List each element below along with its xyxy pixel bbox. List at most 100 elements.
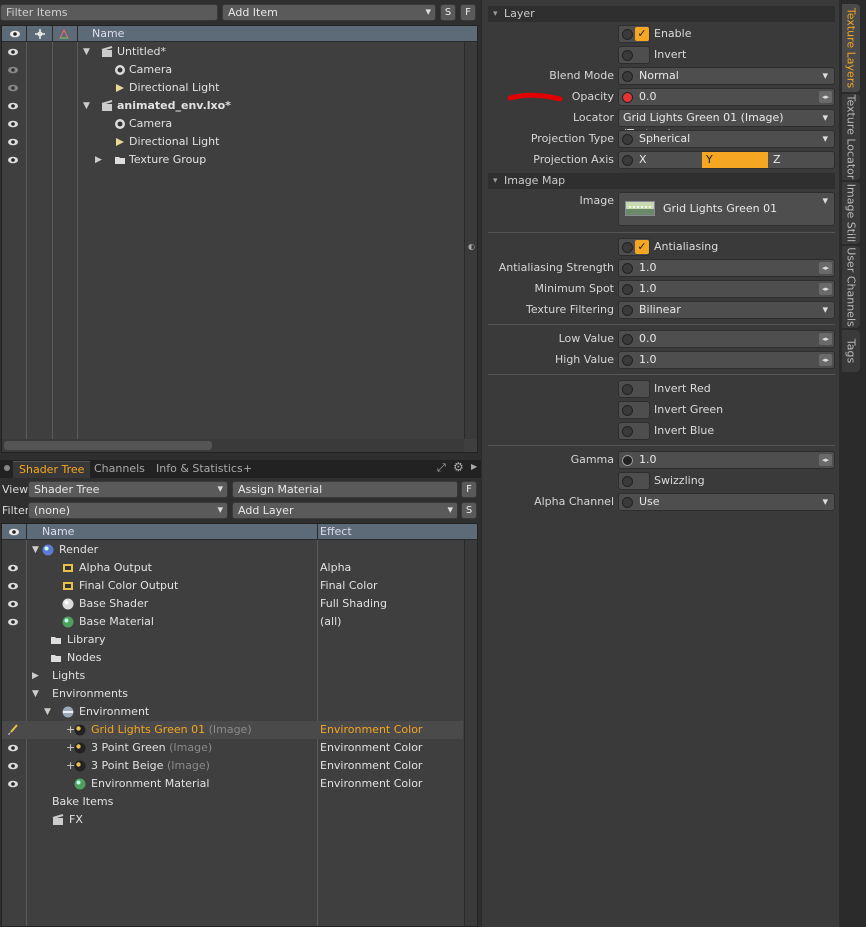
items-scrollbar-vertical[interactable]: ◐ <box>464 42 477 439</box>
tab-image-still[interactable]: Image Still <box>842 182 860 244</box>
table-row[interactable]: Base Material (all) <box>2 613 463 631</box>
layer-section-header[interactable]: Layer <box>488 6 835 22</box>
projection-type-dropdown[interactable]: Spherical <box>618 130 835 148</box>
spinner-icon[interactable]: ◂▸ <box>819 454 832 466</box>
tex-filter-dropdown[interactable]: Bilinear <box>618 301 835 319</box>
tab-texture-locator[interactable]: Texture Locator <box>842 94 860 180</box>
axis-z-option[interactable]: Z <box>769 152 835 168</box>
eye-icon[interactable] <box>7 82 19 94</box>
table-row[interactable]: Environment Material Environment Color <box>2 775 463 793</box>
table-row[interactable]: + Grid Lights Green 01 (Image) Environment… <box>2 721 463 739</box>
table-row[interactable]: FX <box>2 811 463 829</box>
filter-items-input[interactable]: Filter Items <box>0 4 218 21</box>
low-value-field[interactable]: 0.0 ◂▸ <box>618 330 835 348</box>
table-row[interactable]: Bake Items <box>2 793 463 811</box>
eye-icon[interactable] <box>7 100 19 112</box>
swizzling-checkbox[interactable] <box>618 472 650 490</box>
eye-icon[interactable] <box>7 64 19 76</box>
view-dropdown[interactable]: Shader Tree <box>28 481 228 498</box>
list-item[interactable]: ▼ Untitled* <box>2 43 463 61</box>
gear-icon[interactable]: ⚙ <box>453 460 464 474</box>
eye-icon[interactable] <box>7 562 19 574</box>
spinner-icon[interactable]: ◂▸ <box>819 354 832 366</box>
s-button[interactable]: S <box>440 4 456 21</box>
eye-icon[interactable] <box>7 616 19 628</box>
eye-icon[interactable] <box>8 526 20 538</box>
tab-tags[interactable]: Tags <box>842 330 860 372</box>
spinner-icon[interactable]: ◂▸ <box>819 262 832 274</box>
f-button[interactable]: F <box>461 481 477 498</box>
opacity-field[interactable]: 0.0 ◂▸ <box>618 88 835 106</box>
tab-texture-layers[interactable]: Texture Layers <box>842 4 860 92</box>
shader-scrollbar-vertical[interactable] <box>464 540 477 926</box>
table-row[interactable]: Library <box>2 631 463 649</box>
axis-y-option[interactable]: Y <box>702 152 768 168</box>
eye-icon[interactable] <box>7 136 19 148</box>
eye-icon[interactable] <box>7 778 19 790</box>
chevron-down-icon[interactable]: ▼ <box>32 541 39 559</box>
add-item-dropdown[interactable]: Add Item <box>222 4 436 21</box>
tab-user-channels[interactable]: User Channels <box>842 246 860 328</box>
list-item[interactable]: ▶ Texture Group <box>2 151 463 169</box>
invert-green-checkbox[interactable] <box>618 401 650 419</box>
table-row[interactable]: +3 Point Beige (Image) Environment Color <box>2 757 463 775</box>
assign-material-button[interactable]: Assign Material <box>232 481 458 498</box>
list-item[interactable]: Camera <box>2 61 463 79</box>
brush-icon[interactable] <box>7 724 19 736</box>
eye-icon[interactable] <box>7 580 19 592</box>
list-item[interactable]: ▼ animated_env.lxo* <box>2 97 463 115</box>
chevron-down-icon[interactable]: ▼ <box>83 97 90 115</box>
blend-mode-dropdown[interactable]: Normal <box>618 67 835 85</box>
eye-icon[interactable] <box>7 760 19 772</box>
chevron-down-icon[interactable]: ▼ <box>44 703 51 721</box>
high-value-field[interactable]: 1.0 ◂▸ <box>618 351 835 369</box>
table-row[interactable]: ▼ Environment <box>2 703 463 721</box>
items-list[interactable]: Name ▼ Untitled* Camera Directional Ligh… <box>1 25 478 453</box>
eye-icon[interactable] <box>7 598 19 610</box>
min-spot-field[interactable]: 1.0 ◂▸ <box>618 280 835 298</box>
chevron-down-icon[interactable]: ▼ <box>83 43 90 61</box>
image-dropdown[interactable]: Grid Lights Green 01 <box>618 192 835 226</box>
f-button[interactable]: F <box>460 4 476 21</box>
invert-checkbox[interactable] <box>618 46 650 64</box>
alpha-channel-dropdown[interactable]: Use <box>618 493 835 511</box>
table-row[interactable]: +3 Point Green (Image) Environment Color <box>2 739 463 757</box>
invert-red-checkbox[interactable] <box>618 380 650 398</box>
add-layer-dropdown[interactable]: Add Layer <box>232 502 458 519</box>
axis-x-option[interactable]: X <box>635 152 701 168</box>
tab-shader-tree[interactable]: Shader Tree <box>13 461 91 478</box>
projection-axis-selector[interactable]: X Y Z <box>618 151 835 169</box>
table-row[interactable]: Base Shader Full Shading <box>2 595 463 613</box>
eye-icon[interactable] <box>7 46 19 58</box>
spinner-icon[interactable]: ◂▸ <box>819 333 832 345</box>
table-row[interactable]: Final Color Output Final Color <box>2 577 463 595</box>
eye-icon[interactable] <box>7 742 19 754</box>
lock-icon[interactable] <box>34 28 46 40</box>
chevron-down-icon[interactable]: ▼ <box>32 685 39 703</box>
list-item[interactable]: Directional Light <box>2 133 463 151</box>
items-scrollbar-horizontal[interactable] <box>2 439 464 452</box>
tab-channels[interactable]: Channels <box>88 461 151 478</box>
enable-checkbox[interactable]: ✓ <box>618 25 650 43</box>
antialiasing-checkbox[interactable]: ✓ <box>618 238 650 256</box>
expand-icon[interactable]: ⤢ <box>437 461 446 475</box>
tab-info-statistics[interactable]: Info & Statistics <box>150 461 249 478</box>
list-item[interactable]: Camera <box>2 115 463 133</box>
spinner-icon[interactable]: ◂▸ <box>819 283 832 295</box>
table-row[interactable]: ▼+Render <box>2 541 463 559</box>
shader-tree-list[interactable]: Name Effect ▼+Render Alpha Output AlphaF… <box>1 523 478 927</box>
s-button[interactable]: S <box>461 502 477 519</box>
invert-blue-checkbox[interactable] <box>618 422 650 440</box>
table-row[interactable]: Alpha Output Alpha <box>2 559 463 577</box>
filter-dropdown[interactable]: (none) <box>28 502 228 519</box>
locator-dropdown[interactable]: Grid Lights Green 01 (Image) (Texture) <box>618 109 835 140</box>
eye-icon[interactable] <box>7 154 19 166</box>
spinner-icon[interactable]: ◂▸ <box>819 91 832 103</box>
eye-icon[interactable] <box>7 118 19 130</box>
table-row[interactable]: Nodes <box>2 649 463 667</box>
add-tab-button[interactable]: + <box>237 461 258 478</box>
aa-strength-field[interactable]: 1.0 ◂▸ <box>618 259 835 277</box>
table-row[interactable]: ▼ Environments <box>2 685 463 703</box>
eye-icon[interactable] <box>9 28 21 40</box>
list-item[interactable]: Directional Light <box>2 79 463 97</box>
